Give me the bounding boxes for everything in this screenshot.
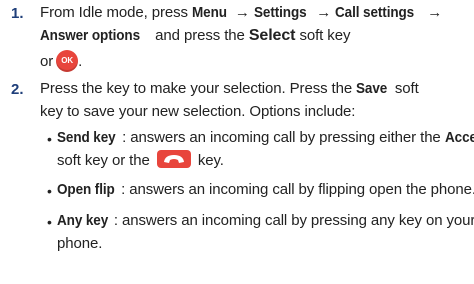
step-1-line-2: Answer options and press the Select soft… (40, 27, 351, 44)
call-settings-label: Call settings (335, 4, 415, 21)
step-2-line-1: Press the key to make your selection. Pr… (40, 80, 419, 97)
select-label: Select (248, 27, 296, 44)
option-term: Any key (57, 212, 109, 229)
option-line-1: Send key: answers an incoming call by pr… (57, 128, 474, 148)
step-number: 1. (11, 5, 24, 22)
accept-label: Accept (444, 129, 474, 146)
bullet: • (47, 183, 52, 199)
answer-options-label: Answer options (40, 27, 140, 44)
step-2-line-2: key to save your new selection. Options … (40, 103, 356, 120)
settings-label: Settings (253, 4, 307, 21)
step-1-line-1: From Idle mode, press Menu → Settings → … (40, 4, 443, 21)
option-line-2: soft key or the key. (57, 150, 224, 169)
option-line-1: Any key: answers an incoming call by pre… (57, 212, 474, 229)
menu-label: Menu (192, 4, 227, 21)
instruction-document: 1. From Idle mode, press Menu → Settings… (0, 0, 474, 284)
save-label: Save (356, 80, 388, 97)
ok-key-icon: OK (56, 50, 79, 72)
option-line-2: phone. (57, 235, 103, 252)
option-term: Send key (57, 129, 116, 146)
bullet: • (47, 131, 52, 147)
bullet: • (47, 214, 52, 230)
send-key-icon (156, 150, 191, 169)
option-term: Open flip (57, 181, 115, 198)
option-line-1: Open flip: answers an incoming call by f… (57, 181, 474, 198)
step-number: 2. (11, 81, 24, 98)
step-1-line-3: or OK. (40, 50, 82, 73)
